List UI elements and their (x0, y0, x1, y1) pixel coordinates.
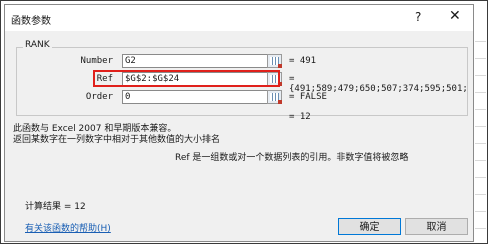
number-label: Number (80, 56, 113, 66)
range-select-icon[interactable] (267, 54, 282, 68)
window-frame: 函数参数 ? ✕ RANK Number G2 = 491 Ref $G$2:$… (0, 0, 488, 244)
ref-highlight-box (93, 70, 280, 87)
dialog-title: 函数参数 (11, 16, 51, 27)
spreadsheet-grid (475, 25, 486, 241)
title-bar: 函数参数 ? ✕ (5, 5, 473, 31)
number-input[interactable]: G2 (122, 54, 269, 68)
ok-button[interactable]: 确定 (338, 218, 401, 235)
function-name: RANK (23, 40, 52, 50)
cancel-button[interactable]: 取消 (405, 218, 468, 235)
order-result: = FALSE (289, 92, 327, 102)
function-help-link[interactable]: 有关该函数的帮助(H) (25, 221, 111, 234)
function-arguments-dialog: 函数参数 ? ✕ RANK Number G2 = 491 Ref $G$2:$… (4, 4, 474, 242)
number-result: = 491 (289, 56, 317, 66)
calculation-result: 计算结果 = 12 (25, 202, 86, 212)
ref-result: = {491;589;479;650;507;374;595;501; (289, 74, 468, 94)
order-label: Order (85, 92, 113, 102)
parameter-description: Ref 是一组数或对一个数据列表的引用。非数字值将被忽略 (175, 153, 409, 163)
range-select-icon[interactable] (267, 90, 282, 104)
help-icon[interactable]: ? (415, 10, 421, 24)
function-description: 返回某数字在一列数字中相对于其他数值的大小排名 (13, 135, 221, 145)
close-icon[interactable]: ✕ (449, 8, 461, 24)
formula-result: = 12 (289, 112, 311, 122)
order-input[interactable]: 0 (122, 90, 269, 104)
